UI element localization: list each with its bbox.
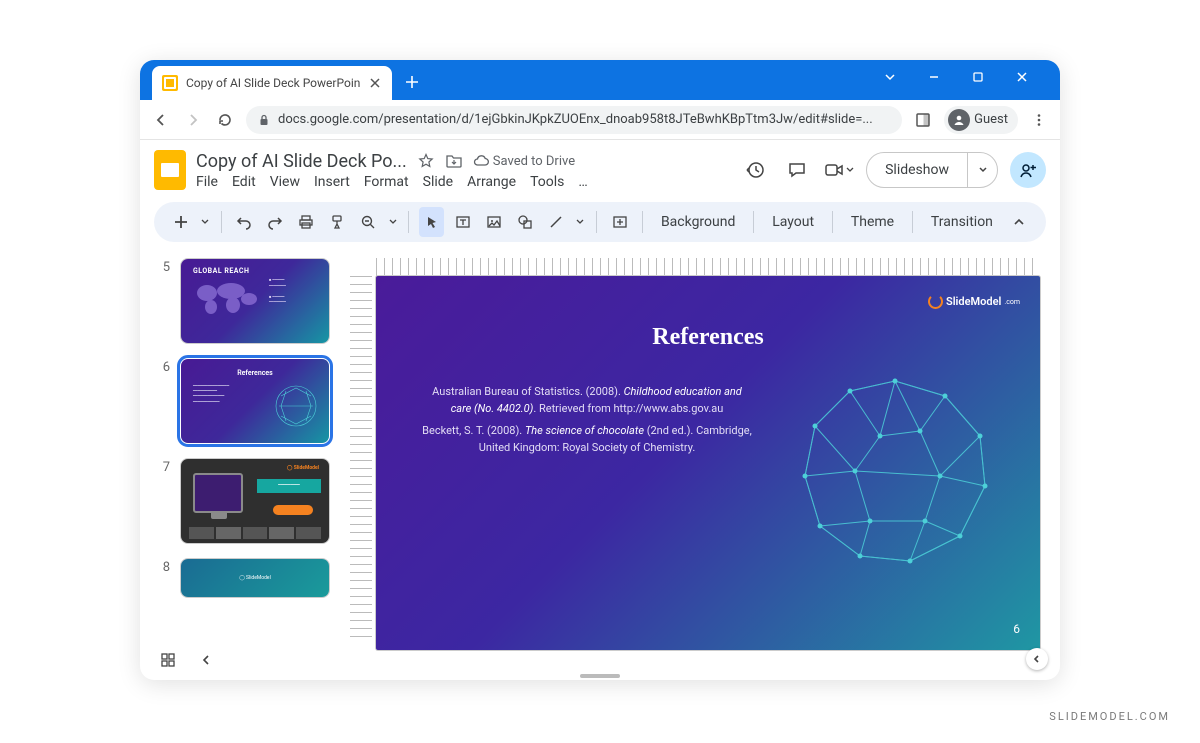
menu-bar: File Edit View Insert Format Slide Arran… [196, 174, 588, 190]
slideshow-button[interactable]: Slideshow [866, 152, 998, 188]
background-button[interactable]: Background [653, 210, 743, 234]
cloud-icon [473, 153, 489, 169]
menu-format[interactable]: Format [364, 174, 409, 190]
globe-wireframe-icon [790, 366, 1000, 576]
toolbar: Background Layout Theme Transition [154, 202, 1046, 242]
maximize-button[interactable] [958, 64, 998, 90]
back-button[interactable] [150, 109, 172, 131]
explore-button[interactable] [1026, 648, 1048, 670]
globe-graphic-icon [271, 381, 321, 431]
layout-button[interactable]: Layout [764, 210, 822, 234]
star-icon[interactable] [417, 152, 435, 170]
menu-edit[interactable]: Edit [232, 174, 256, 190]
menu-file[interactable]: File [196, 174, 218, 190]
chevron-down-icon[interactable] [870, 64, 910, 90]
menu-tools[interactable]: Tools [530, 174, 564, 190]
slide-title[interactable]: References [376, 324, 1040, 351]
new-tab-button[interactable] [398, 68, 426, 96]
theme-button[interactable]: Theme [843, 210, 902, 234]
collapse-toolbar-button[interactable] [1007, 207, 1032, 237]
ruler-horizontal [376, 258, 1040, 276]
zoom-dropdown[interactable] [387, 207, 399, 237]
shape-tool[interactable] [512, 207, 537, 237]
slide-thumb-5[interactable]: 5 GLOBAL REACH ■ ━━━━━━━━━━━━■ ━━━━━━━━━… [158, 258, 340, 344]
menu-view[interactable]: View [270, 174, 300, 190]
slideshow-dropdown[interactable] [967, 152, 997, 188]
document-title[interactable]: Copy of AI Slide Deck Po... [196, 151, 407, 172]
new-slide-button[interactable] [168, 207, 193, 237]
paint-format-button[interactable] [325, 207, 350, 237]
menu-more[interactable]: … [578, 174, 587, 190]
slides-favicon [162, 75, 178, 91]
history-icon[interactable] [740, 155, 770, 185]
url-input[interactable]: docs.google.com/presentation/d/1ejGbkinJ… [246, 106, 902, 134]
browser-menu-icon[interactable] [1028, 109, 1050, 131]
lock-icon [258, 114, 270, 126]
canvas-area: SlideModel.com References Australian Bur… [350, 252, 1060, 668]
close-icon[interactable] [368, 76, 382, 90]
forward-button[interactable] [182, 109, 204, 131]
guest-label: Guest [974, 112, 1008, 127]
grid-view-button[interactable] [158, 650, 178, 670]
meet-icon[interactable] [824, 155, 854, 185]
slide-page-number: 6 [1013, 622, 1020, 636]
url-text: docs.google.com/presentation/d/1ejGbkinJ… [278, 112, 873, 127]
slide-thumb-6[interactable]: 6 References ━━━━━━━━━━━━━━━━━━━━━━━━━━━… [158, 358, 340, 444]
browser-window: Copy of AI Slide Deck PowerPoin docs.goo… [140, 60, 1060, 680]
workspace: 5 GLOBAL REACH ■ ━━━━━━━━━━━━■ ━━━━━━━━━… [140, 252, 1060, 668]
window-controls [870, 60, 1052, 100]
undo-button[interactable] [232, 207, 257, 237]
slide-thumb-7[interactable]: 7 ◯ SlideModel ━━━━━━━━━ [158, 458, 340, 544]
slide-thumb-8[interactable]: 8 ◯ SlideModel [158, 558, 340, 598]
share-button[interactable] [1010, 152, 1046, 188]
address-bar: docs.google.com/presentation/d/1ejGbkinJ… [140, 100, 1060, 140]
tab-title: Copy of AI Slide Deck PowerPoin [186, 76, 360, 90]
page-watermark: SLIDEMODEL.COM [1049, 710, 1170, 723]
ruler-vertical [350, 276, 372, 642]
slide-canvas[interactable]: SlideModel.com References Australian Bur… [376, 276, 1040, 650]
comment-icon[interactable] [782, 155, 812, 185]
collapse-filmstrip-button[interactable] [196, 650, 216, 670]
redo-button[interactable] [263, 207, 288, 237]
transition-button[interactable]: Transition [923, 210, 1001, 234]
references-text[interactable]: Australian Bureau of Statistics. (2008).… [422, 384, 752, 462]
print-button[interactable] [294, 207, 319, 237]
zoom-button[interactable] [356, 207, 381, 237]
reload-button[interactable] [214, 109, 236, 131]
save-status[interactable]: Saved to Drive [473, 153, 575, 169]
browser-tab[interactable]: Copy of AI Slide Deck PowerPoin [152, 66, 392, 100]
move-icon[interactable] [445, 152, 463, 170]
filmstrip-footer [158, 650, 216, 670]
browser-titlebar: Copy of AI Slide Deck PowerPoin [140, 60, 1060, 100]
world-map-icon [193, 279, 263, 319]
avatar-icon [948, 109, 970, 131]
slidemodel-badge: SlideModel.com [928, 294, 1020, 309]
slides-logo[interactable] [154, 150, 186, 190]
speaker-notes-handle[interactable] [580, 674, 620, 678]
document-header: Copy of AI Slide Deck Po... Saved to Dri… [140, 140, 1060, 190]
line-dropdown[interactable] [575, 207, 587, 237]
reader-icon[interactable] [912, 109, 934, 131]
menu-arrange[interactable]: Arrange [467, 174, 516, 190]
comment-tool[interactable] [607, 207, 632, 237]
select-tool[interactable] [419, 207, 444, 237]
menu-slide[interactable]: Slide [423, 174, 453, 190]
close-window-button[interactable] [1002, 64, 1042, 90]
filmstrip[interactable]: 5 GLOBAL REACH ■ ━━━━━━━━━━━━■ ━━━━━━━━━… [140, 252, 350, 668]
menu-insert[interactable]: Insert [314, 174, 350, 190]
profile-button[interactable]: Guest [944, 106, 1018, 134]
textbox-tool[interactable] [450, 207, 475, 237]
new-slide-dropdown[interactable] [199, 207, 211, 237]
minimize-button[interactable] [914, 64, 954, 90]
image-tool[interactable] [481, 207, 506, 237]
line-tool[interactable] [544, 207, 569, 237]
